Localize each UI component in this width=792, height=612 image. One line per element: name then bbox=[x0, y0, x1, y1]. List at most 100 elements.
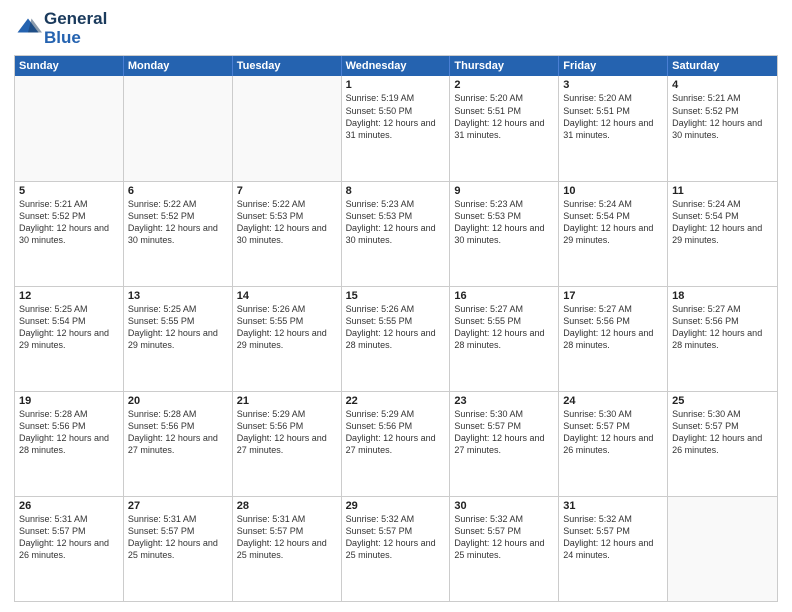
day-number: 10 bbox=[563, 185, 663, 197]
header: General Blue bbox=[14, 10, 778, 47]
empty-cell bbox=[124, 76, 233, 180]
day-number: 16 bbox=[454, 290, 554, 302]
day-number: 21 bbox=[237, 395, 337, 407]
day-info: Sunrise: 5:32 AMSunset: 5:57 PMDaylight:… bbox=[346, 513, 446, 562]
day-info: Sunrise: 5:24 AMSunset: 5:54 PMDaylight:… bbox=[672, 198, 773, 247]
day-info: Sunrise: 5:19 AMSunset: 5:50 PMDaylight:… bbox=[346, 92, 446, 141]
day-cell-10: 10Sunrise: 5:24 AMSunset: 5:54 PMDayligh… bbox=[559, 182, 668, 286]
calendar: SundayMondayTuesdayWednesdayThursdayFrid… bbox=[14, 55, 778, 602]
day-number: 19 bbox=[19, 395, 119, 407]
day-number: 6 bbox=[128, 185, 228, 197]
day-cell-18: 18Sunrise: 5:27 AMSunset: 5:56 PMDayligh… bbox=[668, 287, 777, 391]
day-number: 14 bbox=[237, 290, 337, 302]
day-cell-9: 9Sunrise: 5:23 AMSunset: 5:53 PMDaylight… bbox=[450, 182, 559, 286]
day-number: 15 bbox=[346, 290, 446, 302]
logo-icon bbox=[14, 15, 42, 43]
weekday-header-sunday: Sunday bbox=[15, 56, 124, 76]
weekday-header-saturday: Saturday bbox=[668, 56, 777, 76]
day-info: Sunrise: 5:27 AMSunset: 5:56 PMDaylight:… bbox=[563, 303, 663, 352]
day-info: Sunrise: 5:28 AMSunset: 5:56 PMDaylight:… bbox=[128, 408, 228, 457]
day-number: 17 bbox=[563, 290, 663, 302]
day-number: 3 bbox=[563, 79, 663, 91]
day-cell-2: 2Sunrise: 5:20 AMSunset: 5:51 PMDaylight… bbox=[450, 76, 559, 180]
day-number: 28 bbox=[237, 500, 337, 512]
day-cell-11: 11Sunrise: 5:24 AMSunset: 5:54 PMDayligh… bbox=[668, 182, 777, 286]
day-info: Sunrise: 5:25 AMSunset: 5:55 PMDaylight:… bbox=[128, 303, 228, 352]
day-number: 20 bbox=[128, 395, 228, 407]
logo-blue: Blue bbox=[44, 28, 81, 47]
day-cell-26: 26Sunrise: 5:31 AMSunset: 5:57 PMDayligh… bbox=[15, 497, 124, 601]
day-info: Sunrise: 5:21 AMSunset: 5:52 PMDaylight:… bbox=[672, 92, 773, 141]
weekday-header-friday: Friday bbox=[559, 56, 668, 76]
day-number: 9 bbox=[454, 185, 554, 197]
day-info: Sunrise: 5:20 AMSunset: 5:51 PMDaylight:… bbox=[563, 92, 663, 141]
calendar-header: SundayMondayTuesdayWednesdayThursdayFrid… bbox=[15, 56, 777, 76]
day-cell-15: 15Sunrise: 5:26 AMSunset: 5:55 PMDayligh… bbox=[342, 287, 451, 391]
day-cell-20: 20Sunrise: 5:28 AMSunset: 5:56 PMDayligh… bbox=[124, 392, 233, 496]
calendar-row-1: 5Sunrise: 5:21 AMSunset: 5:52 PMDaylight… bbox=[15, 181, 777, 286]
day-info: Sunrise: 5:24 AMSunset: 5:54 PMDaylight:… bbox=[563, 198, 663, 247]
day-number: 18 bbox=[672, 290, 773, 302]
day-cell-12: 12Sunrise: 5:25 AMSunset: 5:54 PMDayligh… bbox=[15, 287, 124, 391]
day-cell-30: 30Sunrise: 5:32 AMSunset: 5:57 PMDayligh… bbox=[450, 497, 559, 601]
day-number: 4 bbox=[672, 79, 773, 91]
empty-cell bbox=[668, 497, 777, 601]
day-number: 31 bbox=[563, 500, 663, 512]
day-cell-21: 21Sunrise: 5:29 AMSunset: 5:56 PMDayligh… bbox=[233, 392, 342, 496]
calendar-row-0: 1Sunrise: 5:19 AMSunset: 5:50 PMDaylight… bbox=[15, 76, 777, 180]
day-info: Sunrise: 5:22 AMSunset: 5:52 PMDaylight:… bbox=[128, 198, 228, 247]
day-cell-14: 14Sunrise: 5:26 AMSunset: 5:55 PMDayligh… bbox=[233, 287, 342, 391]
weekday-header-wednesday: Wednesday bbox=[342, 56, 451, 76]
day-info: Sunrise: 5:26 AMSunset: 5:55 PMDaylight:… bbox=[346, 303, 446, 352]
day-info: Sunrise: 5:31 AMSunset: 5:57 PMDaylight:… bbox=[19, 513, 119, 562]
day-number: 2 bbox=[454, 79, 554, 91]
day-cell-24: 24Sunrise: 5:30 AMSunset: 5:57 PMDayligh… bbox=[559, 392, 668, 496]
day-number: 26 bbox=[19, 500, 119, 512]
day-info: Sunrise: 5:27 AMSunset: 5:56 PMDaylight:… bbox=[672, 303, 773, 352]
day-number: 25 bbox=[672, 395, 773, 407]
weekday-header-thursday: Thursday bbox=[450, 56, 559, 76]
empty-cell bbox=[233, 76, 342, 180]
day-cell-31: 31Sunrise: 5:32 AMSunset: 5:57 PMDayligh… bbox=[559, 497, 668, 601]
calendar-row-4: 26Sunrise: 5:31 AMSunset: 5:57 PMDayligh… bbox=[15, 496, 777, 601]
day-info: Sunrise: 5:23 AMSunset: 5:53 PMDaylight:… bbox=[346, 198, 446, 247]
day-info: Sunrise: 5:21 AMSunset: 5:52 PMDaylight:… bbox=[19, 198, 119, 247]
logo-general: General bbox=[44, 9, 107, 28]
weekday-header-monday: Monday bbox=[124, 56, 233, 76]
day-cell-3: 3Sunrise: 5:20 AMSunset: 5:51 PMDaylight… bbox=[559, 76, 668, 180]
day-number: 7 bbox=[237, 185, 337, 197]
day-cell-5: 5Sunrise: 5:21 AMSunset: 5:52 PMDaylight… bbox=[15, 182, 124, 286]
day-cell-4: 4Sunrise: 5:21 AMSunset: 5:52 PMDaylight… bbox=[668, 76, 777, 180]
day-info: Sunrise: 5:32 AMSunset: 5:57 PMDaylight:… bbox=[563, 513, 663, 562]
day-number: 8 bbox=[346, 185, 446, 197]
day-number: 23 bbox=[454, 395, 554, 407]
day-cell-1: 1Sunrise: 5:19 AMSunset: 5:50 PMDaylight… bbox=[342, 76, 451, 180]
day-cell-6: 6Sunrise: 5:22 AMSunset: 5:52 PMDaylight… bbox=[124, 182, 233, 286]
day-info: Sunrise: 5:30 AMSunset: 5:57 PMDaylight:… bbox=[454, 408, 554, 457]
day-number: 12 bbox=[19, 290, 119, 302]
day-info: Sunrise: 5:31 AMSunset: 5:57 PMDaylight:… bbox=[237, 513, 337, 562]
day-cell-28: 28Sunrise: 5:31 AMSunset: 5:57 PMDayligh… bbox=[233, 497, 342, 601]
day-info: Sunrise: 5:22 AMSunset: 5:53 PMDaylight:… bbox=[237, 198, 337, 247]
day-number: 30 bbox=[454, 500, 554, 512]
day-info: Sunrise: 5:28 AMSunset: 5:56 PMDaylight:… bbox=[19, 408, 119, 457]
day-info: Sunrise: 5:27 AMSunset: 5:55 PMDaylight:… bbox=[454, 303, 554, 352]
day-number: 29 bbox=[346, 500, 446, 512]
page: General Blue SundayMondayTuesdayWednesda… bbox=[0, 0, 792, 612]
calendar-row-3: 19Sunrise: 5:28 AMSunset: 5:56 PMDayligh… bbox=[15, 391, 777, 496]
day-cell-19: 19Sunrise: 5:28 AMSunset: 5:56 PMDayligh… bbox=[15, 392, 124, 496]
day-cell-16: 16Sunrise: 5:27 AMSunset: 5:55 PMDayligh… bbox=[450, 287, 559, 391]
day-cell-7: 7Sunrise: 5:22 AMSunset: 5:53 PMDaylight… bbox=[233, 182, 342, 286]
day-info: Sunrise: 5:29 AMSunset: 5:56 PMDaylight:… bbox=[237, 408, 337, 457]
day-info: Sunrise: 5:25 AMSunset: 5:54 PMDaylight:… bbox=[19, 303, 119, 352]
day-info: Sunrise: 5:32 AMSunset: 5:57 PMDaylight:… bbox=[454, 513, 554, 562]
calendar-body: 1Sunrise: 5:19 AMSunset: 5:50 PMDaylight… bbox=[15, 76, 777, 601]
day-info: Sunrise: 5:30 AMSunset: 5:57 PMDaylight:… bbox=[672, 408, 773, 457]
day-cell-22: 22Sunrise: 5:29 AMSunset: 5:56 PMDayligh… bbox=[342, 392, 451, 496]
day-number: 5 bbox=[19, 185, 119, 197]
day-cell-23: 23Sunrise: 5:30 AMSunset: 5:57 PMDayligh… bbox=[450, 392, 559, 496]
day-cell-13: 13Sunrise: 5:25 AMSunset: 5:55 PMDayligh… bbox=[124, 287, 233, 391]
day-number: 11 bbox=[672, 185, 773, 197]
day-info: Sunrise: 5:29 AMSunset: 5:56 PMDaylight:… bbox=[346, 408, 446, 457]
day-cell-25: 25Sunrise: 5:30 AMSunset: 5:57 PMDayligh… bbox=[668, 392, 777, 496]
